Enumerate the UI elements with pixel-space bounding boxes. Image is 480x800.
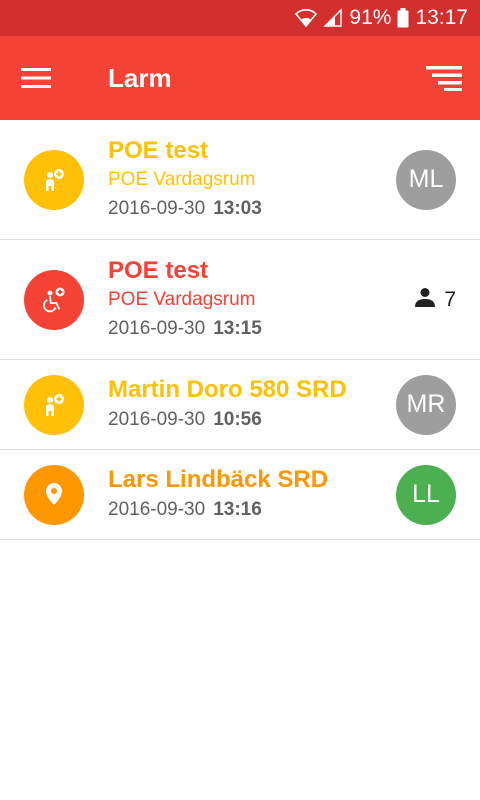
alarm-time: 13:03 bbox=[213, 197, 262, 219]
battery-percent: 91% bbox=[349, 6, 392, 29]
alarm-date: 2016-09-30 bbox=[108, 498, 206, 520]
location-pin-icon bbox=[24, 464, 84, 525]
alarm-text: Martin Doro 580 SRD 2016-09-30 10:56 bbox=[108, 375, 347, 435]
alarm-name: Martin Doro 580 SRD bbox=[108, 375, 347, 403]
alarm-location: POE Vardagsrum bbox=[108, 288, 256, 310]
assignee-avatar[interactable]: MR bbox=[396, 374, 456, 435]
alarm-name: POE test bbox=[108, 256, 209, 284]
alarm-date: 2016-09-30 bbox=[108, 408, 206, 430]
assignee-avatar[interactable]: ML bbox=[396, 149, 456, 210]
alarm-time: 10:56 bbox=[213, 408, 262, 430]
hamburger-menu-icon[interactable] bbox=[0, 36, 72, 120]
alarm-datetime: 2016-09-30 13:03 bbox=[108, 194, 262, 224]
alarm-text: POE test POE Vardagsrum 2016-09-30 13:15 bbox=[108, 256, 262, 344]
alarm-name: Lars Lindbäck SRD bbox=[108, 465, 329, 493]
responders-number: 7 bbox=[444, 287, 456, 311]
alarm-location: POE Vardagsrum bbox=[108, 168, 256, 190]
sort-icon[interactable] bbox=[408, 36, 480, 120]
alarm-text: POE test POE Vardagsrum 2016-09-30 13:03 bbox=[108, 136, 262, 224]
alarm-item[interactable]: POE test POE Vardagsrum 2016-09-30 13:15 … bbox=[0, 240, 480, 360]
clock: 13:17 bbox=[415, 6, 468, 29]
alarm-date: 2016-09-30 bbox=[108, 317, 206, 339]
page-title: Larm bbox=[108, 62, 172, 93]
battery-icon bbox=[397, 8, 409, 28]
alarm-datetime: 2016-09-30 10:56 bbox=[108, 405, 347, 435]
alarm-date: 2016-09-30 bbox=[108, 197, 206, 219]
wheelchair-icon bbox=[24, 269, 84, 330]
person-icon bbox=[414, 286, 436, 314]
person-assistance-icon bbox=[24, 374, 84, 435]
wifi-icon bbox=[295, 8, 318, 28]
alarm-item[interactable]: POE test POE Vardagsrum 2016-09-30 13:03 … bbox=[0, 120, 480, 240]
alarm-time: 13:16 bbox=[213, 498, 262, 520]
status-bar: 91% 13:17 bbox=[0, 0, 480, 36]
alarm-item[interactable]: Lars Lindbäck SRD 2016-09-30 13:16 LL bbox=[0, 450, 480, 540]
alarm-time: 13:15 bbox=[213, 317, 262, 339]
signal-icon bbox=[323, 8, 343, 28]
alarm-datetime: 2016-09-30 13:15 bbox=[108, 314, 262, 344]
app-bar: Larm bbox=[0, 36, 480, 120]
alarm-list: POE test POE Vardagsrum 2016-09-30 13:03 … bbox=[0, 120, 480, 540]
person-assistance-icon bbox=[24, 149, 84, 210]
alarm-text: Lars Lindbäck SRD 2016-09-30 13:16 bbox=[108, 465, 328, 525]
responders-count[interactable]: 7 bbox=[414, 286, 456, 314]
assignee-avatar[interactable]: LL bbox=[396, 464, 456, 525]
alarm-item[interactable]: Martin Doro 580 SRD 2016-09-30 10:56 MR bbox=[0, 360, 480, 450]
alarm-datetime: 2016-09-30 13:16 bbox=[108, 495, 328, 525]
alarm-name: POE test bbox=[108, 136, 209, 164]
